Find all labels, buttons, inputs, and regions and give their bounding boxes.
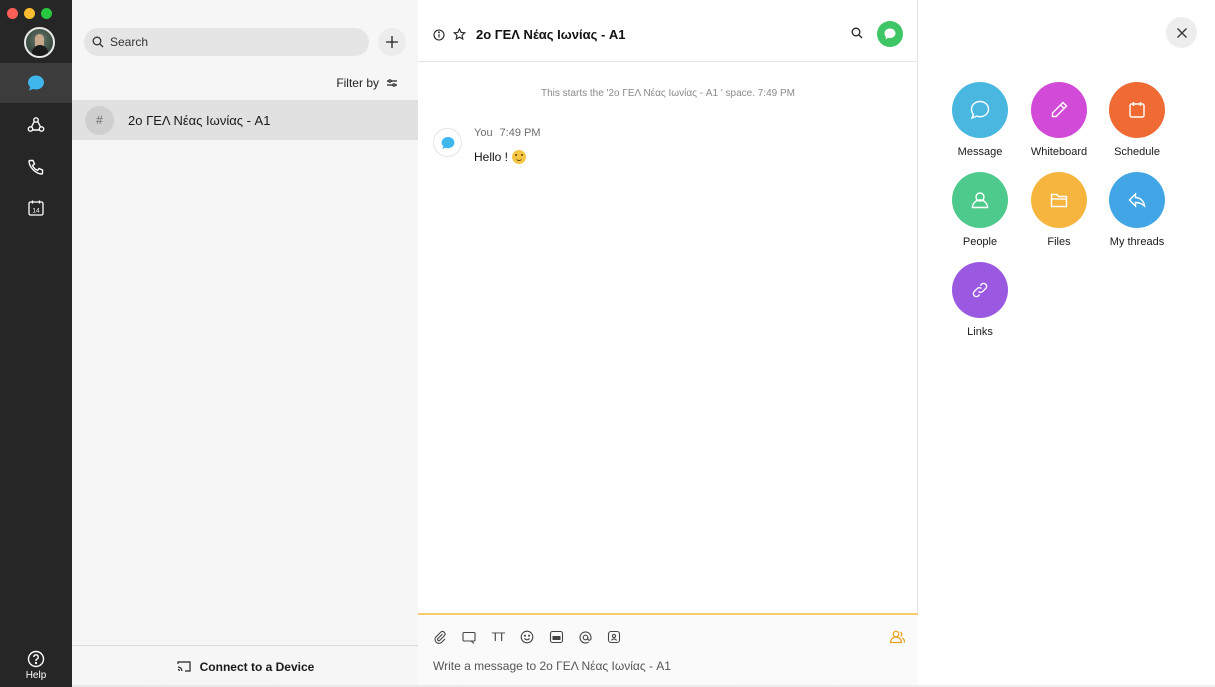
activity-label: Whiteboard	[1030, 146, 1088, 158]
phone-icon	[26, 157, 46, 177]
activity-label: Schedule	[1114, 146, 1160, 158]
emoji-icon[interactable]	[518, 629, 536, 645]
calendar-icon	[1109, 82, 1165, 138]
close-icon	[1176, 27, 1188, 39]
info-icon[interactable]	[433, 28, 445, 41]
spaces-panel: Filter by # 2ο ΓΕΛ Νέας Ιωνίας - A1 Conn…	[72, 0, 418, 687]
help-button[interactable]: Help	[0, 650, 72, 681]
calendar-icon: 14	[26, 198, 46, 218]
mention-icon[interactable]	[576, 629, 594, 645]
help-icon	[0, 650, 72, 668]
webex-app-window: 14 Help Filter by	[0, 0, 1215, 687]
space-start-notice: This starts the '2ο ΓΕΛ Νέας Ιωνίας - A1…	[540, 88, 795, 99]
chat-bubble-icon	[952, 82, 1008, 138]
activity-label: Links	[967, 326, 993, 338]
nav-meetings[interactable]: 14	[0, 188, 72, 228]
search-icon[interactable]	[851, 27, 863, 39]
space-avatar-button[interactable]	[877, 21, 903, 47]
text-format-icon[interactable]: TT	[489, 629, 507, 645]
window-controls	[7, 8, 52, 19]
activity-files-button[interactable]: Files	[1020, 172, 1098, 248]
svg-text:14: 14	[32, 208, 40, 215]
plus-icon	[385, 35, 399, 49]
giphy-badge-icon[interactable]	[605, 629, 623, 645]
chat-panel: 2ο ΓΕΛ Νέας Ιωνίας - A1 This starts the …	[418, 0, 918, 687]
help-label: Help	[25, 670, 47, 681]
new-space-button[interactable]	[378, 28, 406, 56]
space-hash-avatar: #	[85, 105, 114, 135]
message-body: Hello !	[474, 150, 527, 164]
link-icon	[952, 262, 1008, 318]
pencil-icon	[1031, 82, 1087, 138]
chat-bubble-icon	[440, 135, 456, 151]
star-icon[interactable]	[453, 28, 466, 41]
reply-icon	[1109, 172, 1165, 228]
activity-label: Message	[957, 146, 1003, 158]
message-avatar	[433, 128, 462, 157]
chat-bubble-icon	[26, 73, 46, 93]
message-meta: You 7:49 PM	[474, 127, 541, 139]
message-text: Hello !	[474, 150, 509, 164]
people-icon[interactable]	[889, 629, 906, 644]
activity-label: My threads	[1109, 236, 1165, 248]
connect-device-label: Connect to a Device	[199, 659, 315, 674]
message-composer: TT	[418, 613, 918, 687]
activity-people-button[interactable]: People	[941, 172, 1019, 248]
space-list-item[interactable]: # 2ο ΓΕΛ Νέας Ιωνίας - A1	[72, 100, 418, 140]
nav-calls[interactable]	[0, 147, 72, 187]
composer-toolbar: TT	[431, 629, 623, 645]
whiteboard-share-icon[interactable]	[460, 629, 478, 645]
paperclip-icon[interactable]	[431, 629, 449, 645]
activity-whiteboard-button[interactable]: Whiteboard	[1020, 82, 1098, 158]
space-avatar-icon	[883, 27, 897, 41]
minimize-window-button[interactable]	[24, 8, 35, 19]
space-name: 2ο ΓΕΛ Νέας Ιωνίας - A1	[128, 112, 271, 128]
activity-panel: Message Whiteboard Schedule People Files	[918, 0, 1215, 687]
folder-icon	[1031, 172, 1087, 228]
close-window-button[interactable]	[7, 8, 18, 19]
search-box[interactable]	[84, 28, 369, 56]
zoom-window-button[interactable]	[41, 8, 52, 19]
filter-icon	[386, 78, 398, 88]
search-input[interactable]	[110, 35, 350, 49]
nav-teams[interactable]	[0, 105, 72, 145]
search-icon	[92, 36, 104, 48]
close-panel-button[interactable]	[1166, 17, 1197, 48]
nav-messaging[interactable]	[0, 63, 72, 103]
user-avatar[interactable]	[24, 27, 55, 58]
chat-header: 2ο ΓΕΛ Νέας Ιωνίας - A1	[418, 0, 918, 62]
filter-label: Filter by	[336, 76, 379, 90]
cast-icon	[176, 660, 192, 673]
activity-schedule-button[interactable]: Schedule	[1098, 82, 1176, 158]
nav-rail: 14 Help	[0, 0, 72, 687]
message-input[interactable]	[433, 659, 893, 673]
message-time: 7:49 PM	[499, 127, 541, 139]
gif-icon[interactable]	[547, 629, 565, 645]
activity-links-button[interactable]: Links	[941, 262, 1019, 338]
activity-my-threads-button[interactable]: My threads	[1098, 172, 1176, 248]
chat-title: 2ο ΓΕΛ Νέας Ιωνίας - A1	[476, 27, 626, 42]
smiley-emoji-icon	[512, 150, 527, 164]
teams-icon	[26, 115, 46, 135]
activity-label: People	[962, 236, 998, 248]
message-author: You	[474, 127, 493, 139]
activity-label: Files	[1047, 236, 1071, 248]
filter-by-button[interactable]: Filter by	[336, 76, 398, 90]
person-icon	[952, 172, 1008, 228]
connect-device-button[interactable]: Connect to a Device	[72, 645, 418, 687]
activity-message-button[interactable]: Message	[941, 82, 1019, 158]
